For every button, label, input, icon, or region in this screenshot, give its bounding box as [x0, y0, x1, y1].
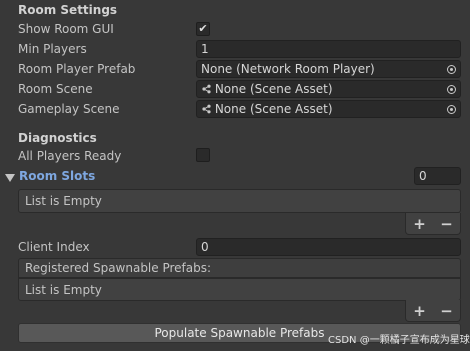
object-picker-icon[interactable]	[442, 81, 460, 97]
gameplay-scene-field[interactable]: None (Scene Asset)	[196, 100, 461, 118]
object-picker-icon[interactable]	[442, 61, 460, 77]
scene-asset-icon	[202, 84, 211, 94]
room-settings-header: Room Settings	[18, 3, 118, 17]
min-players-label: Min Players	[18, 42, 87, 56]
room-slots-list: List is Empty	[18, 189, 461, 213]
show-room-gui-label: Show Room GUI	[18, 22, 114, 36]
registered-prefabs-header-bar: Registered Spawnable Prefabs:	[18, 258, 461, 278]
gameplay-scene-label: Gameplay Scene	[18, 102, 120, 116]
room-scene-value: None (Scene Asset)	[214, 82, 333, 96]
all-players-ready-checkbox[interactable]	[196, 148, 210, 162]
client-index-field[interactable]: 0	[196, 238, 461, 256]
registered-prefabs-list-controls: + −	[405, 300, 461, 322]
all-players-ready-label: All Players Ready	[18, 149, 122, 163]
room-player-prefab-field[interactable]: None (Network Room Player)	[196, 60, 461, 78]
object-picker-icon[interactable]	[442, 101, 460, 117]
scene-asset-icon	[202, 104, 211, 114]
room-slots-foldout[interactable]	[5, 171, 15, 185]
show-room-gui-checkbox[interactable]: ✔	[196, 22, 210, 36]
watermark-text: CSDN @一颗橘子宣布成为星球	[328, 335, 470, 346]
registered-prefabs-empty-text: List is Empty	[25, 283, 102, 297]
room-scene-field[interactable]: None (Scene Asset)	[196, 80, 461, 98]
min-players-field[interactable]: 1	[196, 40, 461, 58]
checkmark-icon: ✔	[198, 22, 208, 35]
add-icon[interactable]: +	[413, 302, 426, 320]
remove-icon[interactable]: −	[440, 302, 453, 320]
triangle-down-icon	[5, 174, 15, 182]
remove-icon[interactable]: −	[440, 215, 453, 233]
room-slots-label[interactable]: Room Slots	[19, 169, 95, 183]
room-slots-size-field[interactable]: 0	[414, 167, 461, 185]
room-slots-list-controls: + −	[405, 213, 461, 235]
room-slots-empty-text: List is Empty	[25, 194, 102, 208]
room-player-prefab-value: None (Network Room Player)	[201, 62, 375, 76]
room-scene-label: Room Scene	[18, 82, 93, 96]
gameplay-scene-value: None (Scene Asset)	[214, 102, 333, 116]
add-icon[interactable]: +	[413, 215, 426, 233]
room-player-prefab-label: Room Player Prefab	[18, 62, 136, 76]
client-index-label: Client Index	[18, 240, 90, 254]
registered-prefabs-list: List is Empty	[18, 278, 461, 301]
registered-prefabs-header: Registered Spawnable Prefabs:	[25, 261, 212, 275]
diagnostics-header: Diagnostics	[18, 131, 97, 145]
